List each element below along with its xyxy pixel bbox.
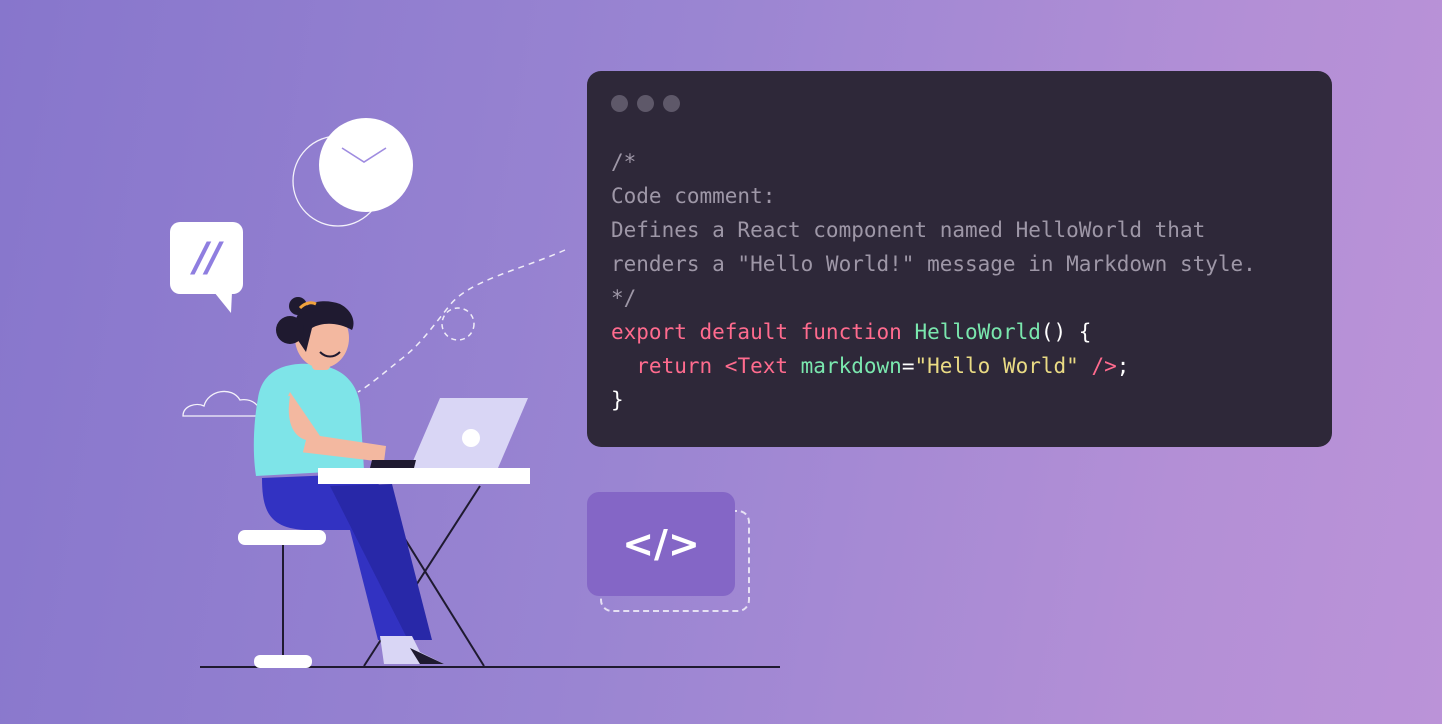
code-block: /* Code comment: Defines a React component…	[611, 145, 1316, 417]
code-line: renders a "Hello World!" message in Mark…	[611, 247, 1316, 281]
code-token: =	[901, 354, 915, 378]
code-token: ;	[1116, 354, 1130, 378]
code-line: return <Text markdown="Hello World" />;	[611, 349, 1316, 383]
code-tag-icon: </>	[587, 492, 735, 596]
stool	[238, 530, 326, 668]
code-token: }	[611, 388, 624, 412]
code-token: () {	[1040, 320, 1092, 344]
code-token: "Hello World"	[914, 354, 1079, 378]
desk-top	[318, 468, 530, 484]
code-token: markdown	[800, 354, 902, 378]
code-line: Code comment:	[611, 179, 1316, 213]
code-editor-window: /* Code comment: Defines a React component…	[587, 71, 1332, 447]
code-token: Defines a React component named HelloWor…	[611, 218, 1206, 242]
cloud-icon	[182, 390, 261, 417]
window-dot	[611, 95, 628, 112]
speech-bubble-label: //	[193, 235, 221, 281]
window-dot	[663, 95, 680, 112]
code-token: */	[611, 286, 637, 310]
envelope-icon	[292, 118, 413, 227]
code-token: HelloWorld	[914, 320, 1041, 344]
code-token: /*	[611, 150, 637, 174]
window-dots-icon	[611, 95, 680, 112]
code-line: }	[611, 383, 1316, 417]
code-line: /*	[611, 145, 1316, 179]
window-dot	[637, 95, 654, 112]
code-token: return	[611, 354, 725, 378]
code-line: Defines a React component named HelloWor…	[611, 213, 1316, 247]
code-token: <Text	[724, 354, 801, 378]
laptop	[370, 398, 528, 468]
illustration-canvas: // </> /* Code comment: Defines a React co…	[0, 0, 1442, 724]
code-tag-label: </>	[622, 522, 700, 566]
code-token: Code comment:	[611, 184, 776, 208]
code-line: export default function HelloWorld() {	[611, 315, 1316, 349]
dashed-connector	[357, 249, 566, 393]
code-token: />	[1078, 354, 1117, 378]
code-line: */	[611, 281, 1316, 315]
code-token: export default function	[611, 320, 915, 344]
dashed-circle	[441, 307, 475, 341]
code-token: renders a "Hello World!" message in Mark…	[611, 252, 1256, 276]
